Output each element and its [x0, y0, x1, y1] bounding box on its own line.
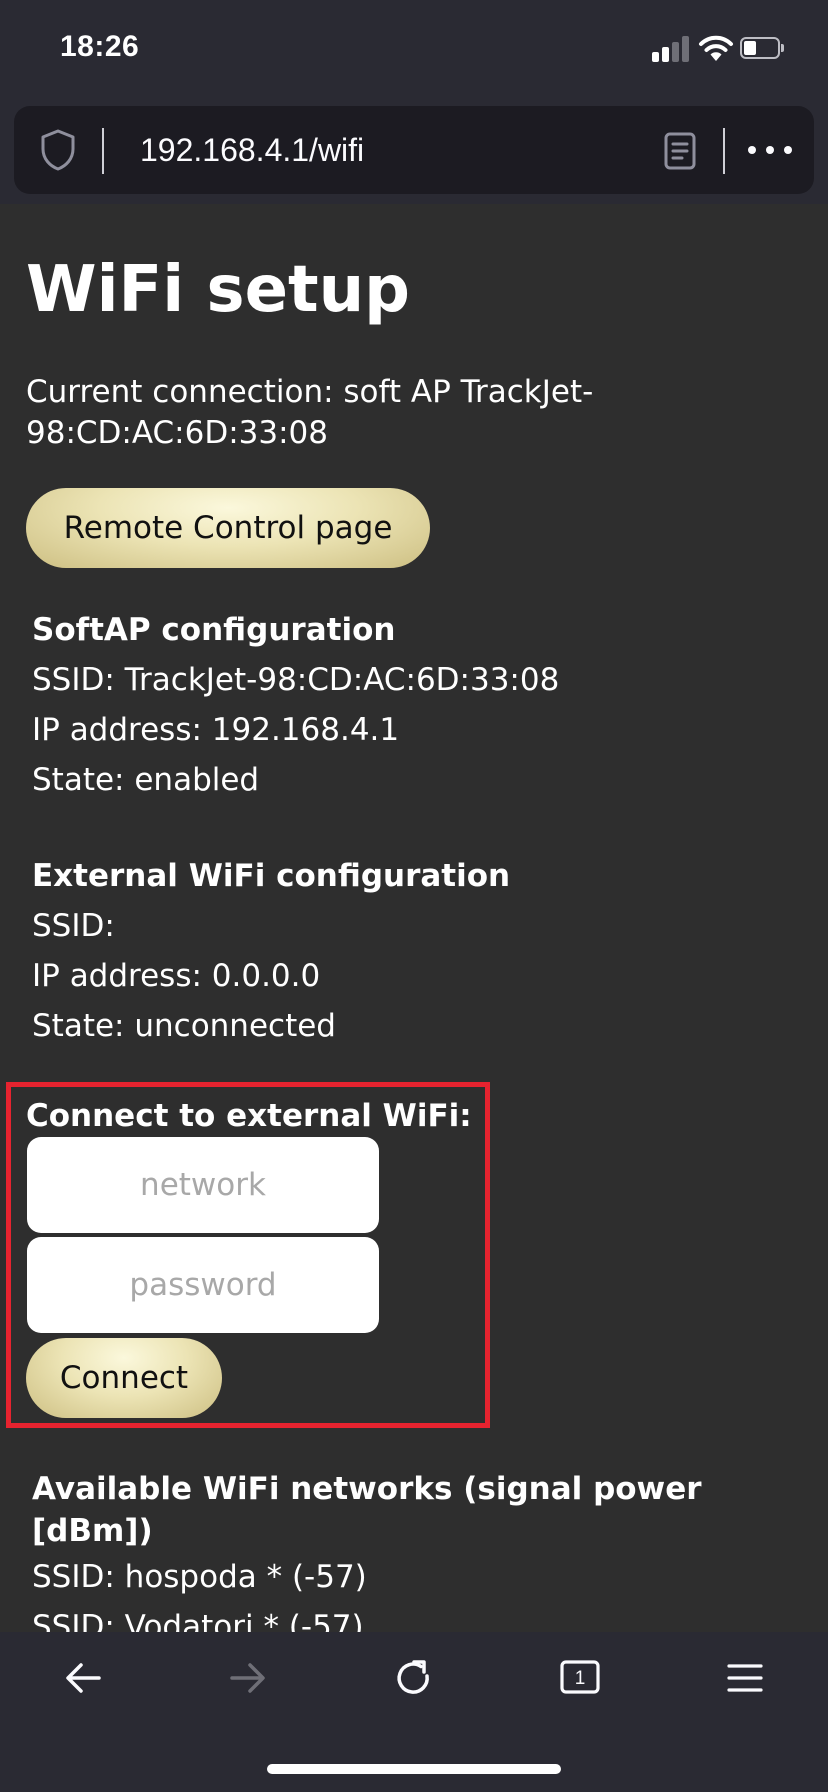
tab-count: 1 — [575, 1668, 586, 1689]
external-wifi-state: State: unconnected — [32, 1008, 336, 1044]
network-input[interactable] — [27, 1137, 379, 1233]
connect-form-title: Connect to external WiFi: — [26, 1098, 472, 1134]
external-wifi-title: External WiFi configuration — [32, 858, 511, 894]
connect-button[interactable]: Connect — [26, 1338, 222, 1418]
current-connection-text: Current connection: soft AP TrackJet-98:… — [26, 374, 594, 451]
available-networks-title: Available WiFi networks (signal power [d… — [32, 1471, 702, 1549]
remote-control-page-button[interactable]: Remote Control page — [26, 488, 430, 568]
back-arrow-icon[interactable] — [59, 1654, 107, 1702]
url-text[interactable]: 192.168.4.1/wifi — [140, 128, 364, 172]
home-indicator[interactable] — [267, 1764, 561, 1774]
softap-ip-address: IP address: 192.168.4.1 — [32, 712, 400, 748]
external-wifi-ip-address: IP address: 0.0.0.0 — [32, 958, 321, 994]
address-divider — [102, 128, 104, 174]
softap-state: State: enabled — [32, 762, 260, 798]
shield-icon[interactable] — [38, 128, 78, 172]
softap-title: SoftAP configuration — [32, 612, 396, 648]
status-time: 18:26 — [60, 30, 140, 63]
reader-view-icon[interactable] — [664, 132, 696, 170]
forward-arrow-icon[interactable] — [224, 1654, 272, 1702]
list-item: SSID: hospoda * (-57) — [32, 1559, 367, 1595]
softap-configuration-section: SoftAP configuration SSID: TrackJet-98:C… — [32, 605, 812, 805]
hamburger-menu-icon[interactable] — [721, 1654, 769, 1702]
reload-icon[interactable] — [390, 1654, 438, 1702]
password-input[interactable] — [27, 1237, 379, 1333]
address-divider — [723, 128, 725, 174]
available-networks-section: Available WiFi networks (signal power [d… — [32, 1468, 792, 1652]
cellular-signal-icon — [652, 36, 692, 62]
battery-icon — [740, 37, 786, 61]
more-horizontal-icon[interactable] — [746, 140, 794, 160]
external-wifi-configuration-section: External WiFi configuration SSID: IP add… — [32, 851, 812, 1051]
tabs-icon[interactable]: 1 — [556, 1654, 604, 1702]
page-title: WiFi setup — [26, 253, 410, 327]
wifi-icon — [699, 35, 733, 61]
external-wifi-ssid: SSID: — [32, 908, 115, 944]
softap-ssid: SSID: TrackJet-98:CD:AC:6D:33:08 — [32, 662, 560, 698]
